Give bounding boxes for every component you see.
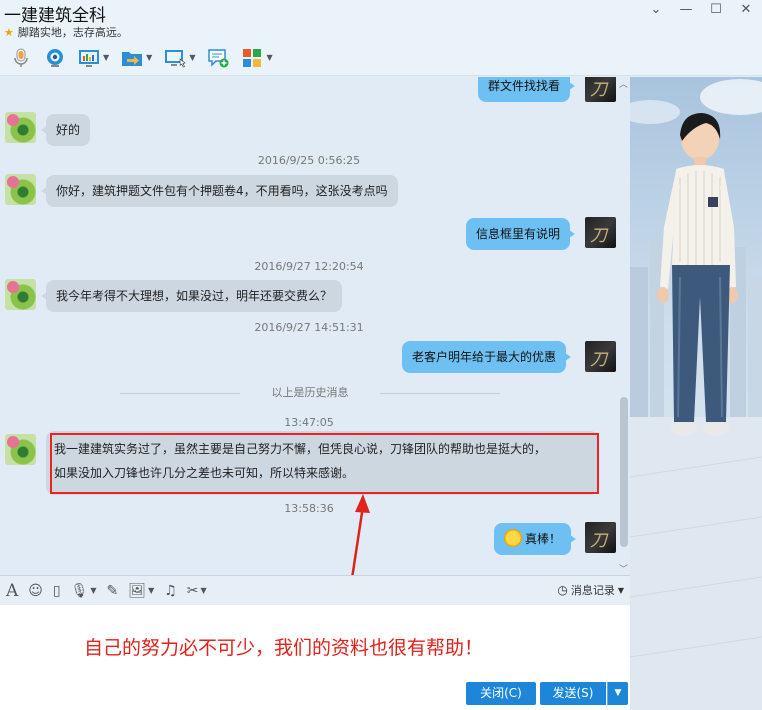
- message-bubble-other[interactable]: 你好，建筑押题文件包有个押题卷4，不用看吗，这张没考点吗: [41, 175, 398, 207]
- voice-message-icon[interactable]: 🎙 ▼: [71, 583, 97, 599]
- music-icon[interactable]: ♫: [164, 583, 177, 599]
- screen-share-button[interactable]: ▼: [160, 44, 199, 72]
- title-bar: 一建建筑全科 ★ 脚踏实地，志存高远。 ⌄ — ☐ ✕: [0, 0, 762, 40]
- send-options-button[interactable]: ▼: [607, 682, 628, 705]
- message-list[interactable]: 群文件找找看 好的 2016/9/25 0:56:25 你好，建筑押题文件包有个…: [0, 77, 630, 575]
- avatar-show-panel: [630, 77, 762, 710]
- clock-icon: ◷: [557, 583, 568, 597]
- message-text: 我今年考得不大理想，如果没过，明年还要交费么？: [56, 289, 333, 303]
- message-bubble-other[interactable]: 好的: [40, 114, 91, 146]
- screen-share-icon: [165, 49, 186, 68]
- history-divider-label: 以上是历史消息: [271, 386, 349, 399]
- app-board-button[interactable]: ▼: [74, 44, 113, 72]
- message-text: 你好，建筑押题文件包有个押题卷4，不用看吗，这张没考点吗: [56, 184, 388, 198]
- highlight-box: [50, 433, 599, 494]
- chevron-down-icon: ▼: [148, 586, 155, 595]
- avatar-other[interactable]: [5, 434, 36, 465]
- history-divider: 以上是历史消息: [120, 386, 500, 400]
- chevron-down-icon: ▼: [200, 586, 207, 595]
- star-icon: ★: [4, 25, 14, 39]
- message-timestamp: 13:47:05: [284, 416, 334, 429]
- message-bubble-self[interactable]: 群文件找找看: [478, 77, 576, 102]
- avatar-other[interactable]: [5, 174, 36, 205]
- annotation-text: 自己的努力必不可少，我们的资料也很有帮助！: [84, 637, 484, 659]
- apps-grid-icon: [243, 48, 262, 67]
- message-timestamp: 2016/9/27 12:20:54: [254, 260, 364, 273]
- file-transfer-icon: [122, 51, 143, 66]
- input-toolbar: A ☺ ▯ 🎙 ▼ ✎ 🖼 ▼ ♫ ✂ ▼ ◷ 消息记录 ▼: [0, 575, 630, 605]
- message-text: 信息框里有说明: [476, 227, 561, 241]
- message-timestamp: 13:58:36: [284, 502, 334, 515]
- file-transfer-button[interactable]: ▼: [117, 44, 156, 72]
- scroll-up-icon[interactable]: ︿: [619, 77, 628, 90]
- chevron-down-icon: ▼: [146, 53, 153, 62]
- close-button[interactable]: 关闭(C): [466, 682, 536, 705]
- avatar-other[interactable]: [5, 112, 36, 143]
- voice-call-button[interactable]: [6, 44, 36, 72]
- avatar-self[interactable]: [585, 77, 616, 102]
- screenshot-scissors-icon[interactable]: ✂ ▼: [187, 583, 207, 599]
- video-call-button[interactable]: [40, 44, 70, 72]
- edit-icon[interactable]: ✎: [107, 583, 119, 599]
- dropdown-arrow-icon[interactable]: ⌄: [648, 2, 664, 18]
- message-bubble-self[interactable]: 信息框里有说明: [466, 218, 576, 250]
- minimize-icon[interactable]: —: [678, 2, 694, 18]
- message-timestamp: 2016/9/25 0:56:25: [257, 154, 361, 167]
- window-title: 一建建筑全科: [4, 6, 106, 26]
- message-bubble-self[interactable]: 真棒！: [494, 523, 577, 555]
- avatar-self[interactable]: [585, 522, 616, 553]
- message-bubble-self[interactable]: 老客户明年给于最大的优惠: [402, 341, 572, 373]
- scroll-down-icon[interactable]: ﹀: [619, 562, 628, 575]
- chevron-down-icon: ▼: [103, 53, 110, 62]
- avatar-self[interactable]: [585, 341, 616, 372]
- message-history-label: 消息记录: [570, 584, 615, 597]
- new-chat-icon: [208, 48, 229, 67]
- webcam-icon: [47, 48, 63, 67]
- avatar-other[interactable]: [5, 279, 36, 310]
- group-announcement: ★ 脚踏实地，志存高远。: [4, 24, 128, 40]
- annotation-arrow: [351, 494, 370, 575]
- maximize-icon[interactable]: ☐: [708, 2, 724, 18]
- group-subtitle: 脚踏实地，志存高远。: [17, 26, 128, 39]
- font-icon[interactable]: A: [6, 581, 18, 601]
- window-controls: ⌄ — ☐ ✕: [648, 2, 754, 18]
- message-text: 真棒！: [525, 532, 562, 546]
- avatar-figure-image: [630, 79, 762, 710]
- emoji-icon[interactable]: ☺: [28, 583, 43, 599]
- new-discussion-button[interactable]: [203, 44, 233, 72]
- message-text: 群文件找找看: [488, 79, 561, 93]
- scroll-thumb[interactable]: [620, 397, 628, 547]
- chevron-down-icon: ▼: [614, 688, 622, 698]
- chat-scrollbar[interactable]: ︿ ﹀: [618, 77, 630, 575]
- avatar-self[interactable]: [585, 217, 616, 248]
- message-bubble-other[interactable]: 我今年考得不大理想，如果没过，明年还要交费么？: [40, 280, 343, 312]
- chevron-down-icon: ▼: [266, 53, 273, 62]
- chat-toolbar: ▼ ▼ ▼ ▼: [0, 40, 762, 76]
- send-button[interactable]: 发送(S): [540, 682, 606, 705]
- chevron-down-icon: ▼: [189, 53, 196, 62]
- chevron-down-icon: ▼: [617, 585, 624, 595]
- video-message-icon[interactable]: ▯: [53, 583, 61, 599]
- apps-button[interactable]: ▼: [237, 44, 276, 72]
- message-history-button[interactable]: ◷ 消息记录 ▼: [557, 582, 624, 598]
- message-timestamp: 2016/9/27 14:51:31: [254, 321, 364, 334]
- close-icon[interactable]: ✕: [738, 2, 754, 18]
- app-board-icon: [79, 49, 99, 67]
- image-icon[interactable]: 🖼 ▼: [128, 583, 154, 599]
- microphone-icon: [14, 48, 28, 67]
- message-text: 老客户明年给于最大的优惠: [412, 350, 557, 364]
- chevron-down-icon: ▼: [90, 586, 97, 595]
- message-text: 好的: [56, 123, 81, 137]
- clap-emoji-icon: [504, 529, 522, 547]
